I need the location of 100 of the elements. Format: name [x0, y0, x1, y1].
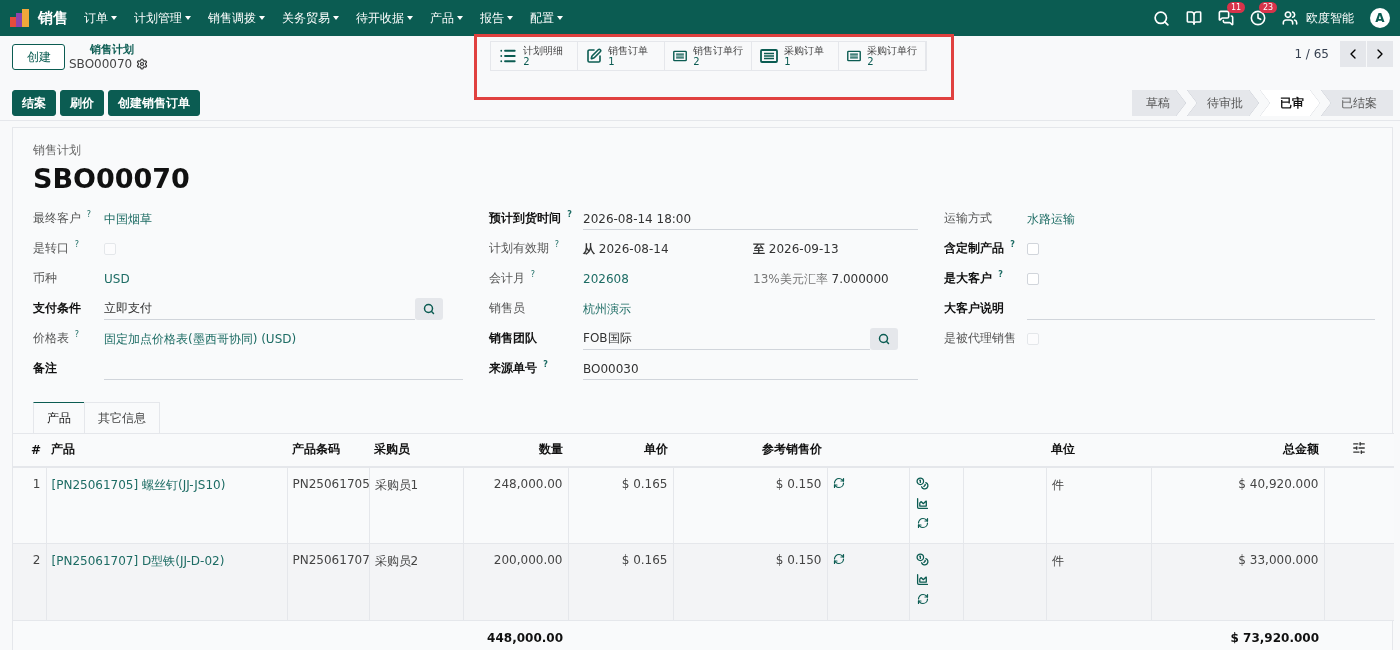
quantity-total: 448,000.00 — [463, 620, 568, 650]
company-name[interactable]: 欧度智能 — [1306, 9, 1354, 27]
caret-icon — [259, 16, 265, 20]
field-link[interactable]: USD — [104, 272, 463, 286]
note-value: 7.000000 — [831, 271, 889, 286]
area-chart-icon[interactable] — [916, 496, 929, 510]
create-button[interactable]: 创建 — [12, 44, 65, 70]
breadcrumb-link[interactable]: 销售计划 — [90, 42, 149, 57]
field-link[interactable]: 水路运输 — [1027, 210, 1375, 228]
column-header[interactable]: 产品条码 — [287, 433, 369, 467]
product-link[interactable]: [PN25061707] D型铁(JJ-D-02) — [46, 543, 287, 621]
column-header[interactable]: 单价 — [568, 433, 673, 467]
caret-icon — [457, 16, 463, 20]
column-header[interactable]: # — [13, 433, 46, 467]
users-icon[interactable] — [1282, 10, 1298, 26]
menu-item[interactable]: 配置 — [530, 9, 563, 27]
count-badge: 23 — [1259, 2, 1278, 13]
table-cell: $ 0.150 — [673, 543, 827, 621]
pager-value: 1 / 65 — [1294, 47, 1329, 61]
field-link[interactable]: 202608 — [583, 272, 753, 286]
checkbox[interactable] — [104, 243, 116, 255]
field-label: 大客户说明 — [944, 300, 1005, 317]
stage-button[interactable]: 草稿 — [1132, 90, 1186, 116]
edit-icon — [586, 48, 603, 64]
refresh-icon[interactable] — [832, 553, 845, 565]
notebook-tab[interactable]: 其它信息 — [84, 402, 160, 433]
field-label: 币种 — [33, 270, 58, 287]
app-name[interactable]: 销售 — [38, 8, 68, 28]
book-icon[interactable] — [1186, 10, 1202, 26]
smart-button[interactable]: 销售订单行 2 — [665, 42, 753, 70]
menu-item[interactable]: 订单 — [84, 9, 117, 27]
table-cell: $ 40,920.000 — [1151, 466, 1324, 544]
table-cell: $ 0.165 — [568, 543, 673, 621]
column-header[interactable]: 总金额 — [1151, 433, 1324, 467]
column-header[interactable]: 单位 — [1046, 433, 1151, 467]
smart-button[interactable]: 销售订单 1 — [578, 42, 666, 70]
stage-button[interactable]: 已审 — [1260, 90, 1320, 116]
input-field[interactable]: FOB国际 — [583, 328, 870, 350]
stage-button[interactable]: 已结案 — [1321, 90, 1393, 116]
notebook-tab[interactable]: 产品 — [33, 402, 85, 433]
refresh-icon[interactable] — [832, 476, 845, 489]
sliders-icon[interactable] — [1352, 441, 1366, 456]
field-label: 计划有效期 $^{?}$ — [489, 239, 561, 257]
field-link[interactable]: 杭州演示 — [583, 300, 918, 318]
clock-icon[interactable] — [1250, 10, 1266, 26]
input-field[interactable]: 2026-08-14 18:00 — [583, 208, 918, 230]
menu-item[interactable]: 计划管理 — [134, 9, 191, 27]
previous-button[interactable] — [1340, 41, 1366, 67]
field-label: 是转口 $^{?}$ — [33, 239, 81, 257]
stage-button[interactable]: 待审批 — [1187, 90, 1259, 116]
menu-item[interactable]: 产品 — [430, 9, 463, 27]
table-cell: 2 — [13, 543, 46, 621]
action-button[interactable]: 结案 — [12, 90, 56, 116]
field-label: 支付条件 — [33, 300, 82, 317]
column-header[interactable]: 参考销售价 — [673, 433, 827, 467]
column-header[interactable]: 产品 — [46, 433, 287, 467]
coins-icon[interactable] — [916, 476, 929, 490]
date-value[interactable]: 2026-08-14 — [598, 241, 669, 256]
menu-item[interactable]: 待开收据 — [356, 9, 413, 27]
smart-button[interactable]: 计划明细 2 — [491, 42, 579, 70]
search-button[interactable] — [415, 298, 443, 320]
field-label: 价格表 $^{?}$ — [33, 329, 81, 347]
field-link[interactable]: 中国烟草 — [104, 210, 463, 228]
menu-item[interactable]: 关务贸易 — [282, 9, 339, 27]
field-label: 是大客户 $^{?}$ — [944, 269, 1004, 287]
field-label: 销售员 — [489, 300, 526, 317]
menu-item[interactable]: 报告 — [480, 9, 513, 27]
user-avatar[interactable]: A — [1370, 8, 1390, 28]
smart-button[interactable]: 采购订单 1 — [752, 42, 840, 70]
chat-icon[interactable] — [1218, 10, 1234, 26]
table-cell: 200,000.00 — [463, 543, 568, 621]
input-field[interactable]: BO00030 — [583, 358, 918, 380]
column-header[interactable]: 采购员 — [369, 433, 463, 467]
search-button[interactable] — [870, 328, 898, 350]
action-button[interactable]: 创建销售订单 — [108, 90, 200, 116]
settings-icon[interactable] — [136, 58, 149, 70]
title-label: 销售计划 — [32, 142, 82, 159]
search-icon[interactable] — [1153, 9, 1170, 27]
table-cell: 采购员1 — [369, 466, 463, 544]
checkbox[interactable] — [1027, 243, 1039, 255]
record-name: SBO00070 — [69, 57, 133, 71]
area-chart-icon[interactable] — [916, 573, 929, 586]
product-link[interactable]: [PN25061705] 螺丝钉(JJ-JS10) — [46, 466, 287, 544]
next-button[interactable] — [1367, 41, 1393, 67]
menu-item[interactable]: 销售调拨 — [208, 9, 265, 27]
smart-button[interactable]: 采购订单行 2 — [839, 42, 927, 70]
checkbox[interactable] — [1027, 333, 1039, 345]
coins-icon[interactable] — [916, 553, 929, 566]
checkbox[interactable] — [1027, 273, 1039, 285]
table-cell: PN25061705 — [287, 466, 369, 544]
column-header[interactable]: 数量 — [463, 433, 568, 467]
table-cell: 件 — [1046, 543, 1151, 621]
refresh-icon[interactable] — [916, 593, 929, 605]
field-link[interactable]: 固定加点价格表(墨西哥协同) (USD) — [104, 330, 463, 348]
action-button[interactable]: 刷价 — [60, 90, 104, 116]
table-cell: $ 0.165 — [568, 466, 673, 544]
logo-icon — [10, 9, 30, 27]
date-value[interactable]: 2026-09-13 — [768, 241, 839, 256]
input-field[interactable]: 立即支付 — [104, 298, 415, 320]
refresh-icon[interactable] — [916, 516, 929, 529]
